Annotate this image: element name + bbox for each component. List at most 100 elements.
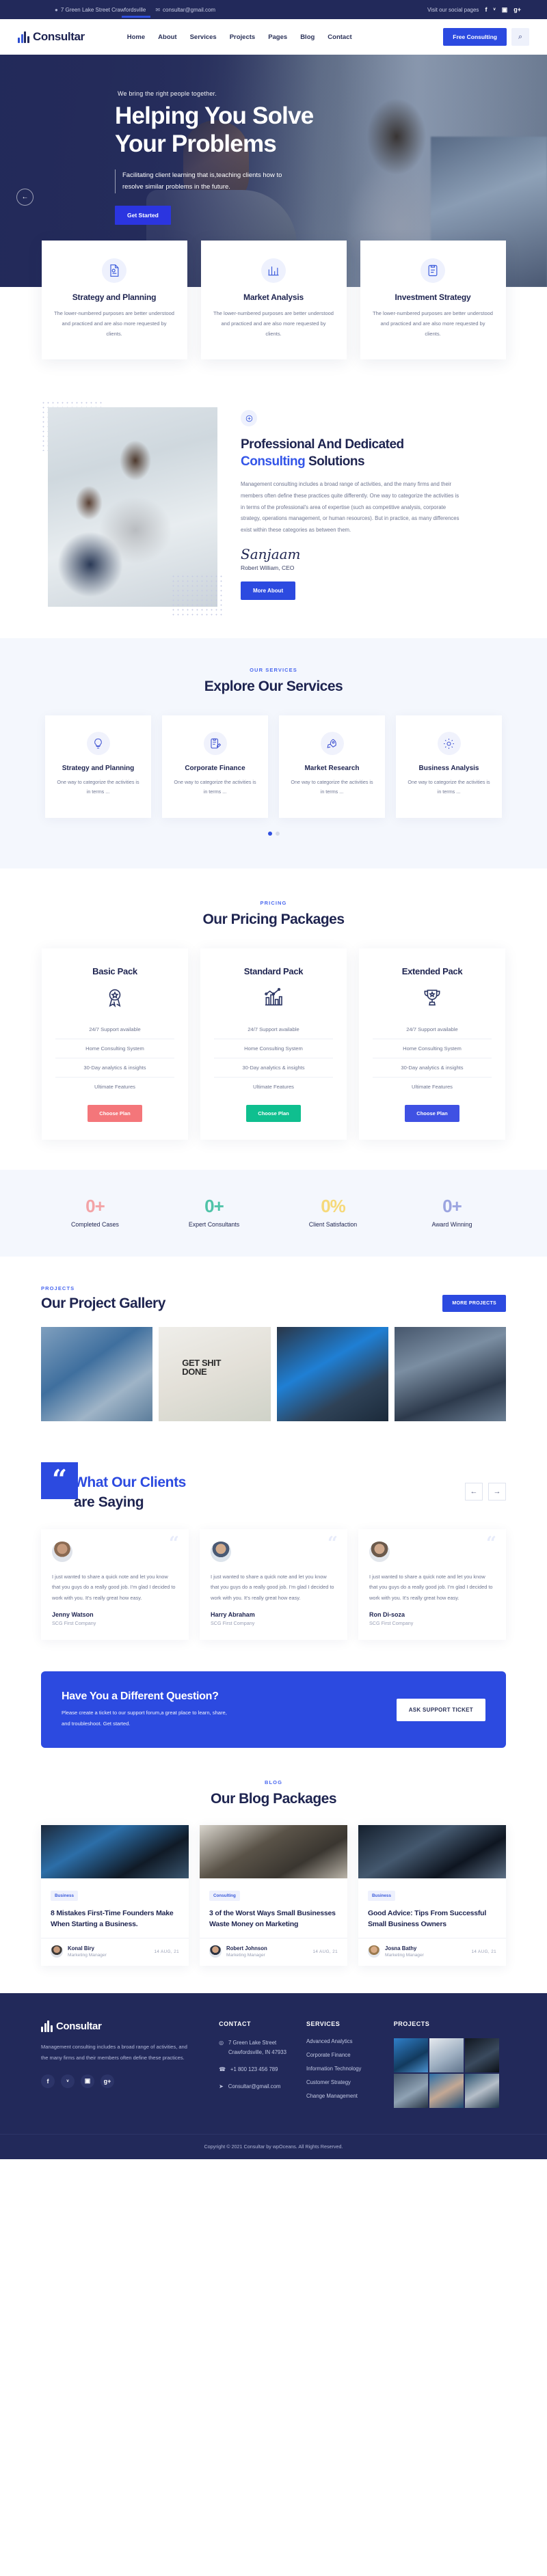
service-card[interactable]: Strategy and Planning One way to categor… — [45, 715, 151, 818]
feature-card[interactable]: Strategy and Planning The lower-numbered… — [41, 241, 187, 359]
footer-projects-heading: PROJECTS — [393, 2020, 430, 2028]
testimonials-next-button[interactable]: → — [488, 1482, 506, 1501]
nav-item-blog[interactable]: Blog — [300, 31, 315, 44]
footer-service-link[interactable]: Corporate Finance — [306, 2052, 394, 2058]
counter-item: 0+ Completed Cases — [54, 1196, 136, 1228]
facebook-icon[interactable]: f — [485, 6, 487, 13]
instagram-icon[interactable]: ▣ — [502, 6, 508, 14]
avatar — [52, 1541, 72, 1562]
support-cta-banner: Have You a Different Question? Please cr… — [41, 1671, 506, 1748]
blog-tag[interactable]: Business — [51, 1890, 78, 1901]
blog-card[interactable]: Consulting 3 of the Worst Ways Small Bus… — [200, 1824, 347, 1967]
testimonial-name: Harry Abraham — [211, 1611, 255, 1619]
blog-card[interactable]: Business Good Advice: Tips From Successf… — [358, 1824, 506, 1967]
project-thumbnail[interactable] — [276, 1326, 388, 1421]
nav-item-contact[interactable]: Contact — [328, 31, 351, 44]
nav-item-home[interactable]: Home — [127, 31, 145, 44]
footer-project-thumb[interactable] — [429, 2074, 464, 2109]
service-title: Corporate Finance — [185, 765, 245, 772]
avatar — [51, 1945, 63, 1958]
more-about-button[interactable]: More About — [241, 581, 296, 600]
footer-contact-phone[interactable]: ☎ +1 800 123 456 789 — [219, 2065, 306, 2074]
feature-title: Investment Strategy — [395, 292, 471, 302]
plan-name: Standard Pack — [243, 965, 304, 976]
blog-author-role: Marketing Manager — [385, 1953, 424, 1958]
hero-prev-arrow-icon[interactable]: ← — [16, 189, 34, 206]
projects-section: PROJECTS Our Project Gallery MORE PROJEC… — [0, 1257, 547, 1451]
about-title: Professional And Dedicated Consulting So… — [241, 436, 506, 470]
footer-contact-email[interactable]: ➤ Consultar@gmail.com — [219, 2082, 306, 2092]
rocket-icon — [320, 732, 344, 755]
carousel-dot-1[interactable] — [267, 831, 272, 836]
testimonial-name: Jenny Watson — [52, 1611, 94, 1619]
hero-description: Facilitating client learning that is,tea… — [115, 169, 286, 193]
choose-plan-button[interactable]: Choose Plan — [246, 1104, 301, 1122]
free-consulting-button[interactable]: Free Consulting — [443, 28, 507, 46]
project-thumbnail[interactable] — [394, 1326, 506, 1421]
project-thumbnail[interactable] — [41, 1326, 153, 1421]
ask-support-ticket-button[interactable]: ASK SUPPORT TICKET — [396, 1698, 485, 1721]
nav-item-projects[interactable]: Projects — [230, 31, 256, 44]
services-eyebrow: OUR SERVICES — [250, 667, 297, 673]
twitter-icon[interactable]: ᵛ — [493, 6, 495, 13]
project-thumbnail[interactable] — [159, 1326, 271, 1421]
blog-card[interactable]: Business 8 Mistakes First-Time Founders … — [41, 1824, 189, 1967]
get-started-button[interactable]: Get Started — [115, 205, 171, 225]
footer-service-link[interactable]: Advanced Analytics — [306, 2038, 394, 2044]
more-projects-button[interactable]: MORE PROJECTS — [442, 1294, 506, 1312]
footer-project-thumb[interactable] — [464, 2074, 499, 2109]
choose-plan-button[interactable]: Choose Plan — [405, 1104, 459, 1122]
footer-brand-name: Consultar — [56, 2020, 102, 2033]
counter-value: 0+ — [85, 1195, 105, 1216]
service-card[interactable]: Market Research One way to categorize th… — [279, 715, 385, 818]
footer-contact-address: ◎ 7 Green Lake Street Crawfordsville, IN… — [219, 2038, 306, 2057]
carousel-dot-2[interactable] — [275, 831, 280, 836]
blog-tag[interactable]: Consulting — [209, 1890, 240, 1901]
blog-post-title[interactable]: 3 of the Worst Ways Small Businesses Was… — [209, 1908, 338, 1930]
nav-item-about[interactable]: About — [158, 31, 176, 44]
footer-service-link[interactable]: Information Technology — [306, 2066, 394, 2072]
pricing-eyebrow: PRICING — [260, 899, 287, 906]
testimonials-prev-button[interactable]: ← — [465, 1482, 483, 1501]
service-text: One way to categorize the activities is … — [57, 779, 139, 795]
gear-icon — [437, 732, 461, 755]
projects-title: Our Project Gallery — [41, 1295, 165, 1311]
brand-logo[interactable]: Consultar — [18, 30, 85, 44]
quote-icon: “ — [41, 1462, 78, 1499]
footer-service-link[interactable]: Change Management — [306, 2093, 394, 2099]
feature-card[interactable]: Market Analysis The lower-numbered purpo… — [200, 241, 347, 359]
counter-value: 0+ — [442, 1195, 462, 1216]
envelope-icon: ✉ — [155, 6, 161, 13]
blog-tag[interactable]: Business — [368, 1890, 395, 1901]
topbar-email[interactable]: ✉ consultar@gmail.com — [155, 7, 215, 13]
choose-plan-button[interactable]: Choose Plan — [88, 1104, 142, 1122]
instagram-icon[interactable]: ▣ — [81, 2074, 94, 2088]
plan-feature: Home Consulting System — [373, 1039, 492, 1058]
footer-service-link[interactable]: Customer Strategy — [306, 2079, 394, 2085]
blog-post-title[interactable]: Good Advice: Tips From Successful Small … — [368, 1908, 496, 1930]
blog-thumbnail — [358, 1824, 506, 1878]
service-card[interactable]: Business Analysis One way to categorize … — [396, 715, 502, 818]
footer-project-thumb[interactable] — [393, 2038, 428, 2073]
search-button[interactable]: ⌕ — [511, 28, 529, 46]
trophy-icon — [373, 986, 492, 1009]
feature-card[interactable]: Investment Strategy The lower-numbered p… — [360, 241, 506, 359]
facebook-icon[interactable]: f — [41, 2074, 55, 2088]
googleplus-icon[interactable]: g+ — [101, 2074, 114, 2088]
nav-item-pages[interactable]: Pages — [268, 31, 287, 44]
service-card[interactable]: Corporate Finance One way to categorize … — [162, 715, 268, 818]
testimonials-title-line2: are Saying — [74, 1494, 144, 1510]
blog-post-title[interactable]: 8 Mistakes First-Time Founders Make When… — [51, 1908, 179, 1930]
nav-item-services[interactable]: Services — [190, 31, 217, 44]
plan-name: Extended Pack — [401, 965, 463, 976]
googleplus-icon[interactable]: g+ — [513, 6, 521, 13]
blog-date: 14 AUG, 21 — [154, 1949, 179, 1954]
topbar-social-label: Visit our social pages — [427, 6, 479, 13]
footer-project-thumb[interactable] — [429, 2038, 464, 2073]
testimonials-title: What Our Clients are Saying — [74, 1473, 186, 1513]
twitter-icon[interactable]: ᵛ — [61, 2074, 75, 2088]
footer-brand[interactable]: Consultar — [41, 2020, 197, 2033]
footer-project-thumb[interactable] — [464, 2038, 499, 2073]
footer-project-thumb[interactable] — [393, 2074, 428, 2109]
plan-feature: 30-Day analytics & insights — [55, 1058, 174, 1078]
